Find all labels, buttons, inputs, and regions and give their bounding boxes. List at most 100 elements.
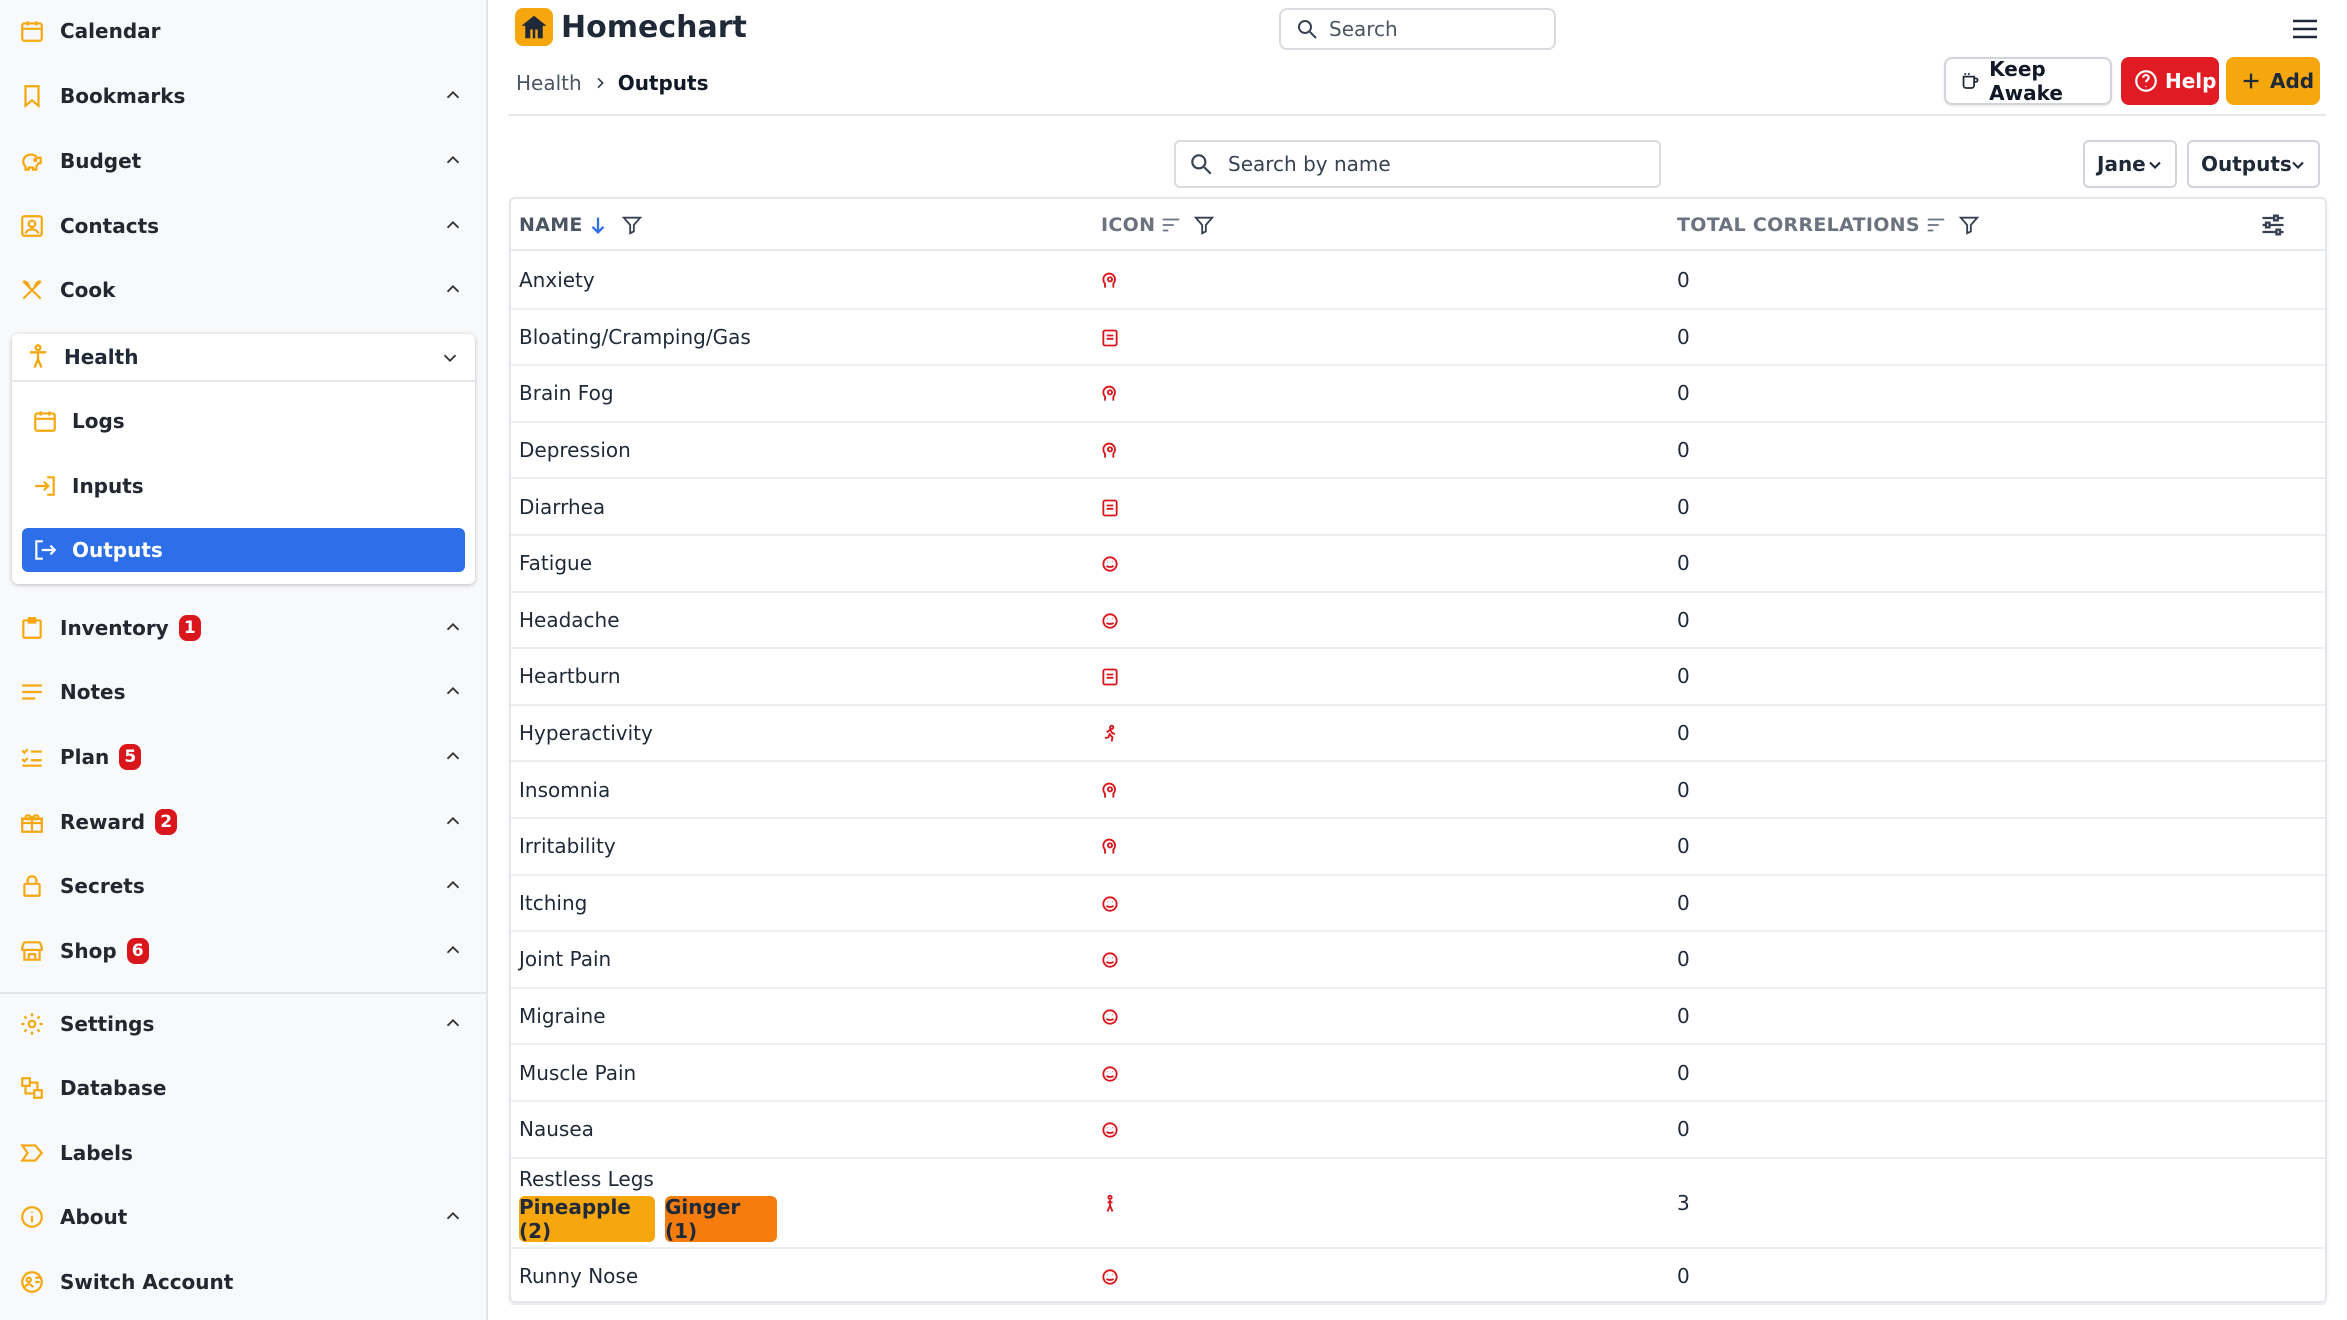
face-icon xyxy=(1100,950,1120,970)
sidebar-divider xyxy=(0,992,488,994)
output-name: Diarrhea xyxy=(519,494,606,519)
table-row[interactable]: Itching 0 xyxy=(511,876,2325,933)
sidebar-item-contacts[interactable]: Contacts xyxy=(0,198,488,254)
correlation-tag[interactable]: Ginger (1) xyxy=(665,1195,777,1243)
chevron-up-icon[interactable] xyxy=(442,874,464,896)
chevron-up-icon[interactable] xyxy=(442,810,464,832)
table-row[interactable]: Headache 0 xyxy=(511,593,2325,650)
chevron-up-icon[interactable] xyxy=(442,84,464,106)
keep-awake-button[interactable]: Keep Awake xyxy=(1944,57,2112,105)
table-row[interactable]: Irritability 0 xyxy=(511,819,2325,876)
column-header-name[interactable]: NAME xyxy=(519,199,643,251)
table-row[interactable]: Insomnia 0 xyxy=(511,762,2325,819)
table-row[interactable]: Muscle Pain 0 xyxy=(511,1045,2325,1102)
bookmark-icon xyxy=(18,82,46,110)
chevron-up-icon[interactable] xyxy=(442,1205,464,1227)
chevron-up-icon[interactable] xyxy=(442,1012,464,1034)
filter-icon[interactable] xyxy=(1958,214,1980,236)
table-row[interactable]: Hyperactivity 0 xyxy=(511,706,2325,763)
name-search-input[interactable] xyxy=(1228,152,1628,176)
chevron-up-icon[interactable] xyxy=(442,149,464,171)
sidebar-item-label: Plan xyxy=(60,745,110,769)
global-search[interactable] xyxy=(1279,8,1556,50)
sidebar-item-labels[interactable]: Labels xyxy=(0,1125,488,1181)
sidebar-item-bookmarks[interactable]: Bookmarks xyxy=(0,68,488,124)
add-button[interactable]: Add xyxy=(2226,57,2320,105)
face-icon xyxy=(1100,894,1120,914)
table-row[interactable]: Restless Legs 3 Pineapple (2) Ginger (1) xyxy=(511,1159,2325,1249)
filter-icon[interactable] xyxy=(1193,214,1215,236)
sidebar-item-inventory[interactable]: Inventory 1 xyxy=(0,600,488,656)
database-icon xyxy=(18,1074,46,1102)
sidebar-item-label: Reward xyxy=(60,810,146,834)
sidebar-item-secrets[interactable]: Secrets xyxy=(0,858,488,914)
sidebar-item-switch-account[interactable]: Switch Account xyxy=(0,1254,488,1310)
sidebar-item-database[interactable]: Database xyxy=(0,1060,488,1116)
chevron-up-icon[interactable] xyxy=(442,680,464,702)
help-label: Help xyxy=(2165,69,2217,93)
sidebar-item-budget[interactable]: Budget xyxy=(0,133,488,189)
search-input[interactable] xyxy=(1329,17,1549,41)
sort-desc-icon[interactable] xyxy=(587,214,609,236)
table-row[interactable]: Runny Nose 0 xyxy=(511,1249,2325,1306)
chevron-up-icon[interactable] xyxy=(442,616,464,638)
sidebar-item-label: Secrets xyxy=(60,874,145,898)
filter-icon[interactable] xyxy=(621,214,643,236)
sidebar-item-calendar[interactable]: Calendar xyxy=(0,3,488,59)
inventory-icon xyxy=(18,614,46,642)
column-total-label: TOTAL CORRELATIONS xyxy=(1677,214,1920,236)
sidebar-subitem-outputs[interactable]: Outputs xyxy=(22,528,465,572)
table-row[interactable]: Depression 0 xyxy=(511,423,2325,480)
output-name: Migraine xyxy=(519,1004,606,1029)
column-header-icon[interactable]: ICON xyxy=(1101,199,1215,251)
user-select[interactable]: Jane xyxy=(2083,140,2177,188)
chevron-right-icon xyxy=(597,77,604,89)
sidebar-subitem-label: Logs xyxy=(72,409,125,433)
face-icon xyxy=(1100,1120,1120,1140)
name-search[interactable] xyxy=(1174,140,1661,188)
chevron-up-icon[interactable] xyxy=(442,745,464,767)
chevron-up-icon[interactable] xyxy=(442,214,464,236)
sidebar-subitem-logs[interactable]: Logs xyxy=(22,399,465,443)
column-header-total[interactable]: TOTAL CORRELATIONS xyxy=(1677,199,1980,251)
sidebar-item-health[interactable]: Health xyxy=(12,334,475,382)
sort-icon[interactable] xyxy=(1159,214,1183,236)
column-settings-icon[interactable] xyxy=(2259,211,2287,239)
sidebar-item-label: About xyxy=(60,1205,128,1229)
table-row[interactable]: Brain Fog 0 xyxy=(511,366,2325,423)
sidebar-item-plan[interactable]: Plan 5 xyxy=(0,729,488,785)
chevron-down-icon[interactable] xyxy=(439,347,461,369)
sidebar-item-cook[interactable]: Cook xyxy=(0,262,488,318)
table-row[interactable]: Migraine 0 xyxy=(511,989,2325,1046)
sidebar-item-label: Cook xyxy=(60,278,116,302)
sidebar-subitem-label: Inputs xyxy=(72,474,144,498)
breadcrumb-parent[interactable]: Health xyxy=(516,71,582,95)
inventory-badge: 1 xyxy=(178,615,201,641)
chevron-up-icon[interactable] xyxy=(442,939,464,961)
sidebar-item-reward[interactable]: Reward 2 xyxy=(0,794,488,850)
sidebar-item-settings[interactable]: Settings xyxy=(0,996,488,1052)
chevron-up-icon[interactable] xyxy=(442,278,464,300)
help-button[interactable]: Help xyxy=(2121,57,2219,105)
user-select-value: Jane xyxy=(2097,152,2146,176)
sort-icon[interactable] xyxy=(1924,214,1948,236)
info-icon xyxy=(18,1203,46,1231)
sidebar-item-notes[interactable]: Notes xyxy=(0,664,488,720)
table-row[interactable]: Diarrhea 0 xyxy=(511,479,2325,536)
sidebar-item-label: Contacts xyxy=(60,214,160,238)
app-logo[interactable]: Homechart xyxy=(515,8,747,46)
hamburger-menu-icon[interactable] xyxy=(2290,16,2320,42)
walking-icon xyxy=(1100,1194,1120,1214)
view-select[interactable]: Outputs xyxy=(2187,140,2320,188)
table-row[interactable]: Anxiety 0 xyxy=(511,253,2325,310)
table-row[interactable]: Fatigue 0 xyxy=(511,536,2325,593)
sidebar-subitem-inputs[interactable]: Inputs xyxy=(22,464,465,508)
table-row[interactable]: Bloating/Cramping/Gas 0 xyxy=(511,310,2325,367)
table-row[interactable]: Nausea 0 xyxy=(511,1102,2325,1159)
sidebar-item-about[interactable]: About xyxy=(0,1189,488,1245)
sidebar-group-health: Health Logs Inputs Outputs xyxy=(12,334,475,584)
table-row[interactable]: Joint Pain 0 xyxy=(511,932,2325,989)
sidebar-item-shop[interactable]: Shop 6 xyxy=(0,923,488,979)
table-row[interactable]: Heartburn 0 xyxy=(511,649,2325,706)
correlation-tag[interactable]: Pineapple (2) xyxy=(519,1195,655,1243)
